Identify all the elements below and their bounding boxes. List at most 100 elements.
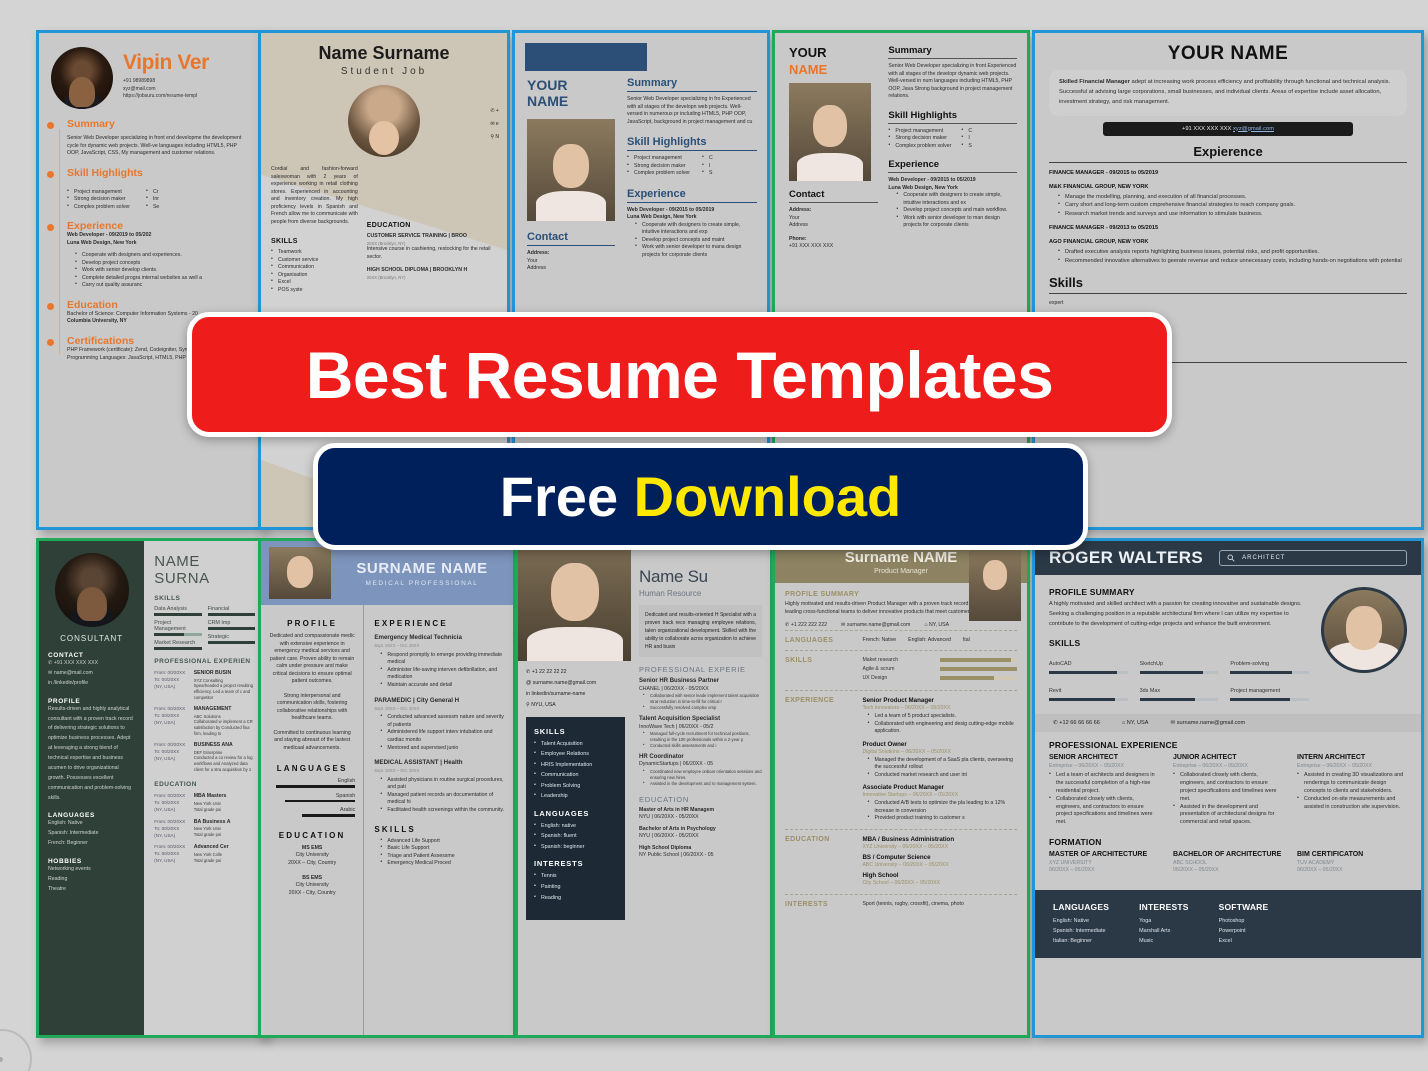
experience-column: SENIOR ARCHITECT Entreprise – 06/20XX – … bbox=[1049, 754, 1159, 827]
section-heading: PROFESSIONAL EXPERIE bbox=[639, 665, 746, 674]
section-heading: Skill Highlights bbox=[888, 110, 1017, 124]
section-heading: FORMATION bbox=[1049, 837, 1102, 848]
list-item: S bbox=[961, 142, 972, 151]
list-item: Inr bbox=[146, 195, 159, 204]
list-item: Strong decision maker bbox=[627, 162, 690, 171]
list-item: Develop project concepts bbox=[75, 259, 249, 268]
summary-lead: Skilled Financial Manager bbox=[1059, 79, 1130, 85]
page-subtitle: CONSULTANT bbox=[60, 634, 124, 643]
linkedin-icon: in bbox=[526, 690, 531, 697]
section-heading: CONTACT bbox=[48, 652, 84, 659]
list-item: Complex problem solver bbox=[888, 142, 951, 151]
list-item: Organisation bbox=[271, 271, 358, 280]
section-heading: EDUCATION bbox=[366, 222, 411, 229]
list-item: Administered life support interv intubat… bbox=[380, 728, 505, 744]
list-item: Conducted advanced assessm nature and se… bbox=[380, 713, 505, 729]
header-accent-bar bbox=[525, 43, 647, 71]
footer-column: INTERESTS Yoga Marshall Arts Music bbox=[1139, 902, 1189, 945]
list-item: Managed the development of a SaaS pla cl… bbox=[867, 756, 1017, 772]
list-item: Carry short and long-term custom cmprehe… bbox=[1058, 200, 1407, 209]
mail-icon: ✉ bbox=[48, 669, 53, 676]
list-item: Leadership bbox=[534, 790, 617, 802]
contact-icons: ✆ + ✉ e ⚲ N bbox=[490, 105, 499, 144]
section-heading: SKILLS bbox=[374, 824, 416, 834]
list-item: Respond promptly to emerge providing imm… bbox=[380, 651, 505, 667]
list-item: English: native bbox=[534, 820, 617, 832]
list-item: Painting bbox=[534, 881, 617, 893]
section-heading: Summary bbox=[67, 118, 115, 130]
job-company: M&K FINANCIAL GROUP, NEW YORK bbox=[1049, 183, 1149, 190]
skill-list-left: Project management Strong decision maker… bbox=[888, 127, 951, 151]
list-item: Problem Solving bbox=[534, 780, 617, 792]
search-input[interactable]: ARCHITECT bbox=[1219, 550, 1407, 566]
section-heading: Experience bbox=[67, 220, 124, 233]
job-bullets: Assisted physicians in routine surgical … bbox=[380, 776, 505, 815]
list-item: Work with senior develop clients. bbox=[75, 266, 249, 275]
list-item: Coordinated new employee onboar orientat… bbox=[643, 768, 762, 781]
resume-template-medical[interactable]: SURNAME NAME MEDICAL PROFESSIONAL PROFIL… bbox=[258, 538, 516, 1038]
list-item: Conducted market research and user int bbox=[867, 771, 1017, 780]
page-subtitle: MEDICAL PROFESSIONAL bbox=[365, 579, 479, 587]
skill-list-left: Project management Strong decision maker… bbox=[67, 188, 130, 212]
job-bullets: Cooperate with designers to create simpl… bbox=[635, 221, 757, 260]
resume-template-consultant[interactable]: CONSULTANT CONTACT ✆ +91 XXX XXX XXX ✉ n… bbox=[36, 538, 266, 1038]
list-item: Managed full-cycle recruitment for techn… bbox=[643, 730, 762, 743]
list-item: Collaborated with senior leade implement… bbox=[643, 692, 762, 705]
section-heading: Skill Highlights bbox=[67, 166, 143, 179]
resume-template-vipin-verma[interactable]: Vipin Ver +91 98989898 xyz@mail.com http… bbox=[36, 30, 264, 530]
list-item: Conducted on-site measurements and assis… bbox=[1297, 795, 1407, 812]
contact-info: +91 98989898 xyz@mail.com https://jobsur… bbox=[123, 78, 198, 99]
at-icon: @ bbox=[526, 679, 532, 686]
list-item: Cooperate with designers to create simpl… bbox=[896, 191, 1017, 207]
list-item: Manage the modelling, planning, and exec… bbox=[1058, 192, 1407, 201]
contact-bar: +91 XXX XXX XXX xyz@gmail.com bbox=[1103, 121, 1353, 136]
resume-template-product-manager[interactable]: Surname NAME Product Manager PROFILE SUM… bbox=[772, 538, 1030, 1038]
job-company: AGO FINANCIAL GROUP, NEW YORK bbox=[1049, 239, 1149, 246]
list-item: Communication bbox=[534, 769, 617, 781]
section-heading: INTERESTS bbox=[534, 859, 584, 869]
job-bullets: Cooperate with designers and experiences… bbox=[75, 251, 249, 290]
section-heading: PROFESSIONAL EXPERIENCE bbox=[1049, 740, 1178, 751]
section-heading: HOBBIES bbox=[48, 858, 82, 865]
interests-list: Tennis Painting Reading bbox=[534, 871, 617, 903]
page-title-accent: NAME bbox=[789, 62, 828, 77]
page-subtitle: Human Resource bbox=[639, 589, 702, 598]
avatar bbox=[527, 119, 615, 222]
job-title: FINANCE MANAGER - 09/2013 to 05/2015 bbox=[1049, 224, 1159, 231]
headline-primary-text: Best Resume Templates bbox=[305, 337, 1054, 412]
home-icon: ⌂ bbox=[1121, 720, 1126, 727]
list-item: Collaborated closely with clients, engin… bbox=[1049, 795, 1159, 827]
footer-column: LANGUAGES English: Native Spanish: Inter… bbox=[1053, 902, 1110, 945]
section-heading: PROFESSIONAL EXPERIEN bbox=[154, 658, 251, 665]
divider bbox=[1049, 292, 1407, 294]
list-item: Cooperate with designers to create simpl… bbox=[635, 221, 757, 237]
divider bbox=[1049, 161, 1407, 163]
list-item: Strong decision maker bbox=[888, 134, 951, 143]
resume-template-hr-specialist[interactable]: ✆ +1 22 22 22 22 @ surname.name@gmail.co… bbox=[515, 538, 773, 1038]
list-item: Recommended innovative alternatives to g… bbox=[1058, 256, 1407, 265]
phone-icon: ✆ bbox=[785, 622, 790, 629]
list-item: Led a team of architects and designers i… bbox=[1049, 771, 1159, 795]
formation-column: BIM CERTIFICATON TUV ACADEMY 06/20XX – 0… bbox=[1297, 851, 1364, 874]
list-item: Assisted in the development and presenta… bbox=[1173, 803, 1283, 827]
avatar bbox=[348, 85, 420, 157]
section-heading: Experience bbox=[888, 159, 1017, 174]
list-item: Carry out quality assuranc bbox=[75, 281, 249, 290]
list-item: Teamwork bbox=[271, 248, 358, 257]
list-item: Maintain accurate and detail bbox=[380, 681, 505, 690]
list-item: Project management bbox=[627, 154, 690, 163]
list-item: Triage and Patient Assessme bbox=[380, 852, 505, 861]
experience-column: INTERN ARCHITECT Entreprise – 06/20XX – … bbox=[1297, 754, 1407, 827]
section-heading: SKILLS bbox=[1049, 638, 1081, 649]
headline-banner-secondary[interactable]: Free Download bbox=[313, 443, 1088, 550]
list-item: Drafted executive analysis reports highl… bbox=[1058, 247, 1407, 256]
section-heading: Skill Highlights bbox=[627, 136, 757, 152]
job-bullets: Cooperate with designers to create simpl… bbox=[896, 191, 1017, 230]
list-item: Complete detailed progra internal websit… bbox=[75, 274, 249, 283]
job-title: FINANCE MANAGER - 09/2015 to 05/2019 bbox=[1049, 169, 1159, 176]
contact-info: ✆ +1 222 222 222 ✉ surname.name@gmail.co… bbox=[785, 622, 950, 629]
job-bullets: Manage the modelling, planning, and exec… bbox=[1058, 192, 1407, 217]
section-heading: Summary bbox=[888, 45, 1017, 59]
resume-template-architect[interactable]: ROGER WALTERS ARCHITECT PROFILE SUMMARY … bbox=[1032, 538, 1424, 1038]
resume-template-financial-manager[interactable]: YOUR NAME Skilled Financial Manager adep… bbox=[1032, 30, 1424, 530]
